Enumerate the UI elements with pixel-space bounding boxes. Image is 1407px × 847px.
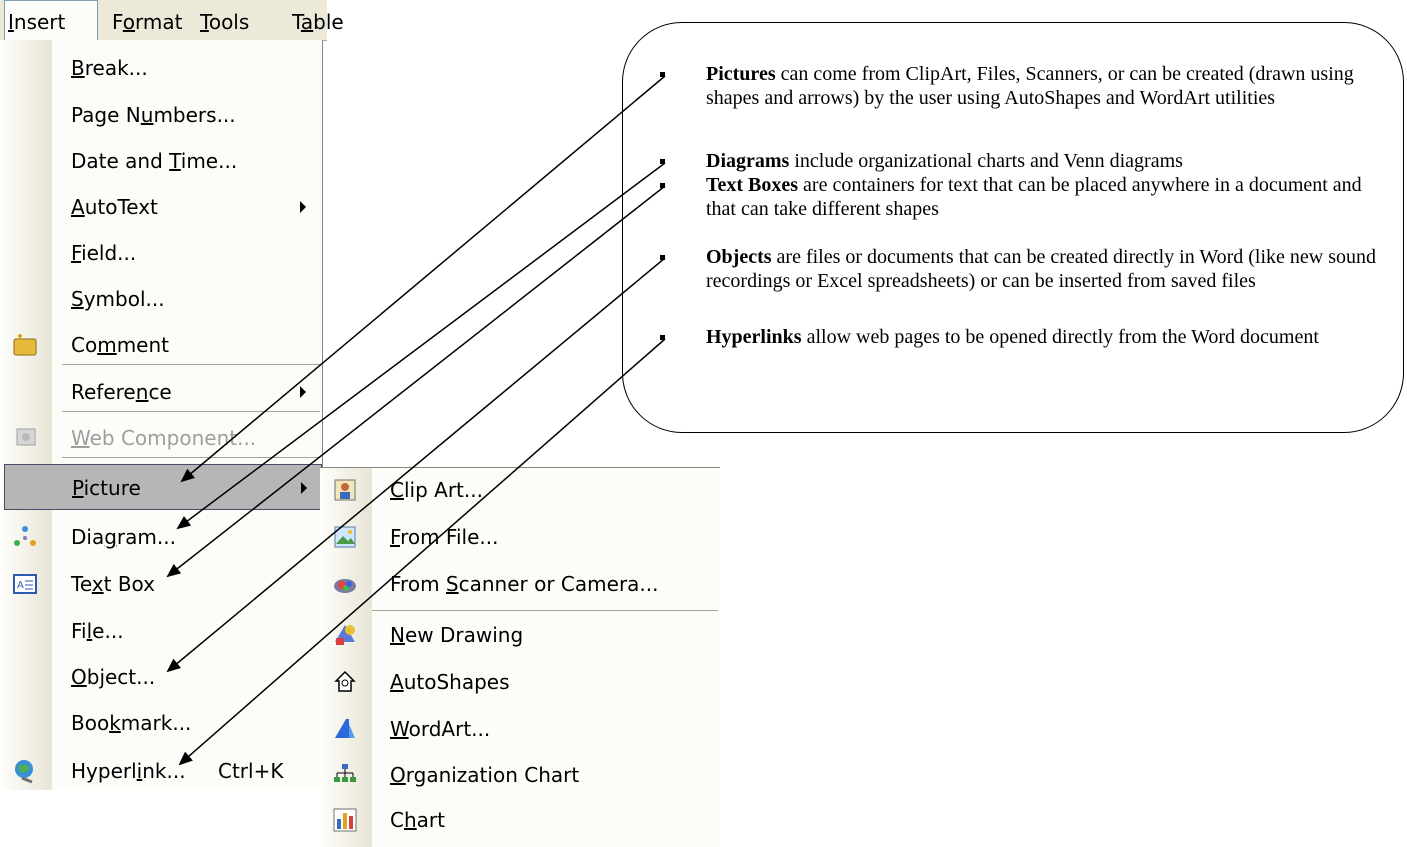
- arrow-text-boxes: [166, 185, 666, 578]
- arrow-pictures: [180, 75, 666, 483]
- arrow-objects: [166, 257, 666, 673]
- arrow-hyperlinks: [178, 338, 666, 766]
- arrow-diagrams: [176, 162, 666, 530]
- annotation-arrows: [166, 75, 666, 766]
